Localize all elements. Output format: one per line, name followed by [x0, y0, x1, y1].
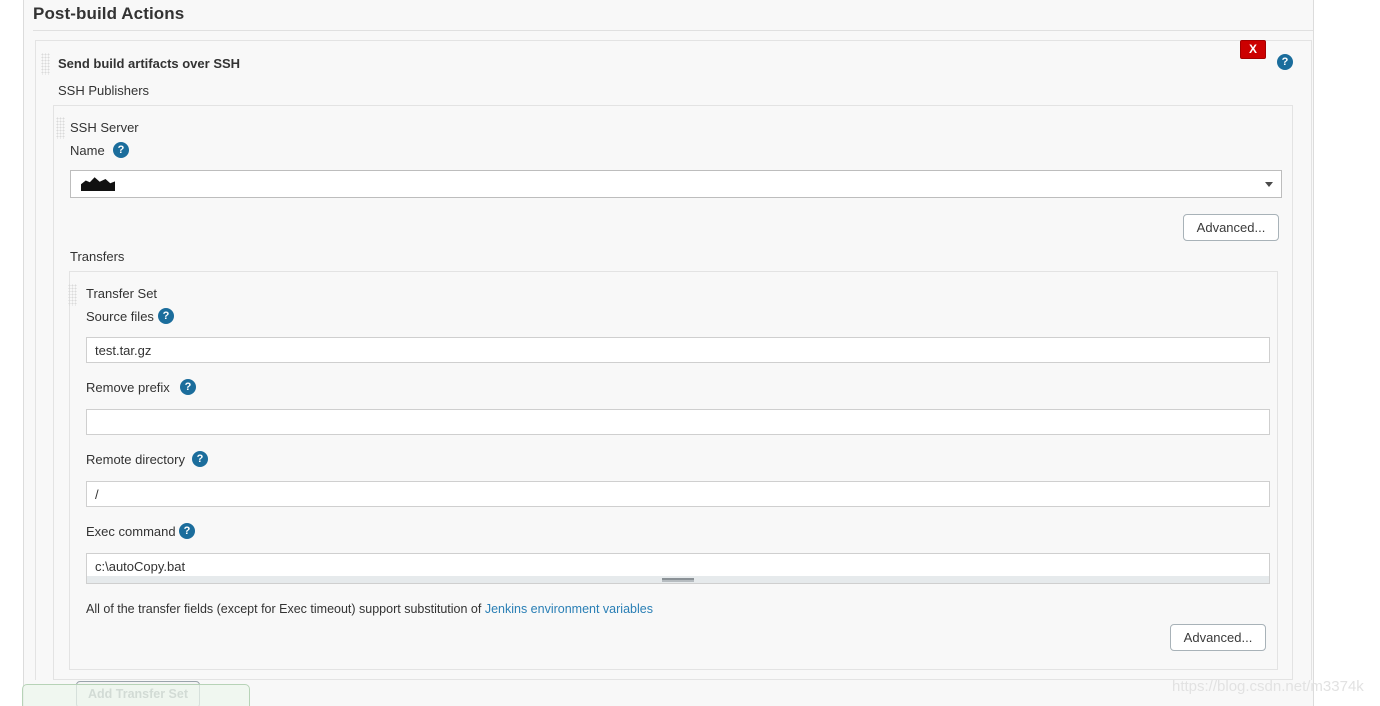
- ssh-publishers-label: SSH Publishers: [58, 83, 150, 98]
- exec-command-resize-handle[interactable]: [86, 576, 1270, 584]
- source-files-label: Source files: [86, 309, 154, 324]
- remove-prefix-label: Remove prefix: [86, 380, 170, 395]
- jenkins-env-variables-link[interactable]: Jenkins environment variables: [485, 602, 653, 616]
- remove-prefix-input[interactable]: [86, 409, 1270, 435]
- publisher-title: Send build artifacts over SSH: [58, 56, 241, 71]
- ssh-server-advanced-button[interactable]: Advanced...: [1183, 214, 1279, 241]
- source-files-input[interactable]: [86, 337, 1270, 363]
- ssh-server-name-select[interactable]: [70, 170, 1282, 198]
- exec-command-label: Exec command: [86, 524, 176, 539]
- transfer-set-drag-grip-icon[interactable]: [68, 284, 77, 306]
- remote-directory-label: Remote directory: [86, 452, 185, 467]
- source-files-help-icon[interactable]: ?: [158, 308, 174, 324]
- exec-command-help-icon[interactable]: ?: [179, 523, 195, 539]
- substitution-hint: All of the transfer fields (except for E…: [86, 602, 653, 616]
- transfer-set-legend: Transfer Set: [86, 286, 158, 301]
- chevron-down-icon: [1265, 182, 1273, 187]
- ssh-server-name-label: Name: [70, 143, 105, 158]
- ssh-server-name-help-icon[interactable]: ?: [113, 142, 129, 158]
- add-transfer-set-button[interactable]: Add Transfer Set: [76, 681, 200, 706]
- ssh-server-name-redacted-value: [81, 177, 115, 191]
- title-divider: [33, 30, 1313, 31]
- page-title: Post-build Actions: [33, 4, 185, 23]
- ssh-server-drag-grip-icon[interactable]: [56, 117, 65, 139]
- page-right-gutter: [1314, 0, 1380, 706]
- transfers-legend: Transfers: [70, 249, 125, 264]
- drag-grip-icon[interactable]: [41, 53, 50, 75]
- remove-prefix-help-icon[interactable]: ?: [180, 379, 196, 395]
- page-left-gutter: [0, 0, 23, 706]
- screenshot-root: Post-build Actions Send build artifacts …: [0, 0, 1380, 706]
- ssh-server-legend: SSH Server: [70, 120, 139, 135]
- delete-publisher-button[interactable]: X: [1240, 40, 1266, 59]
- exec-command-textarea[interactable]: [86, 553, 1270, 578]
- remote-directory-help-icon[interactable]: ?: [192, 451, 208, 467]
- transfer-set-advanced-button[interactable]: Advanced...: [1170, 624, 1266, 651]
- substitution-hint-text: All of the transfer fields (except for E…: [86, 602, 485, 616]
- remote-directory-input[interactable]: [86, 481, 1270, 507]
- publisher-help-icon[interactable]: ?: [1277, 54, 1293, 70]
